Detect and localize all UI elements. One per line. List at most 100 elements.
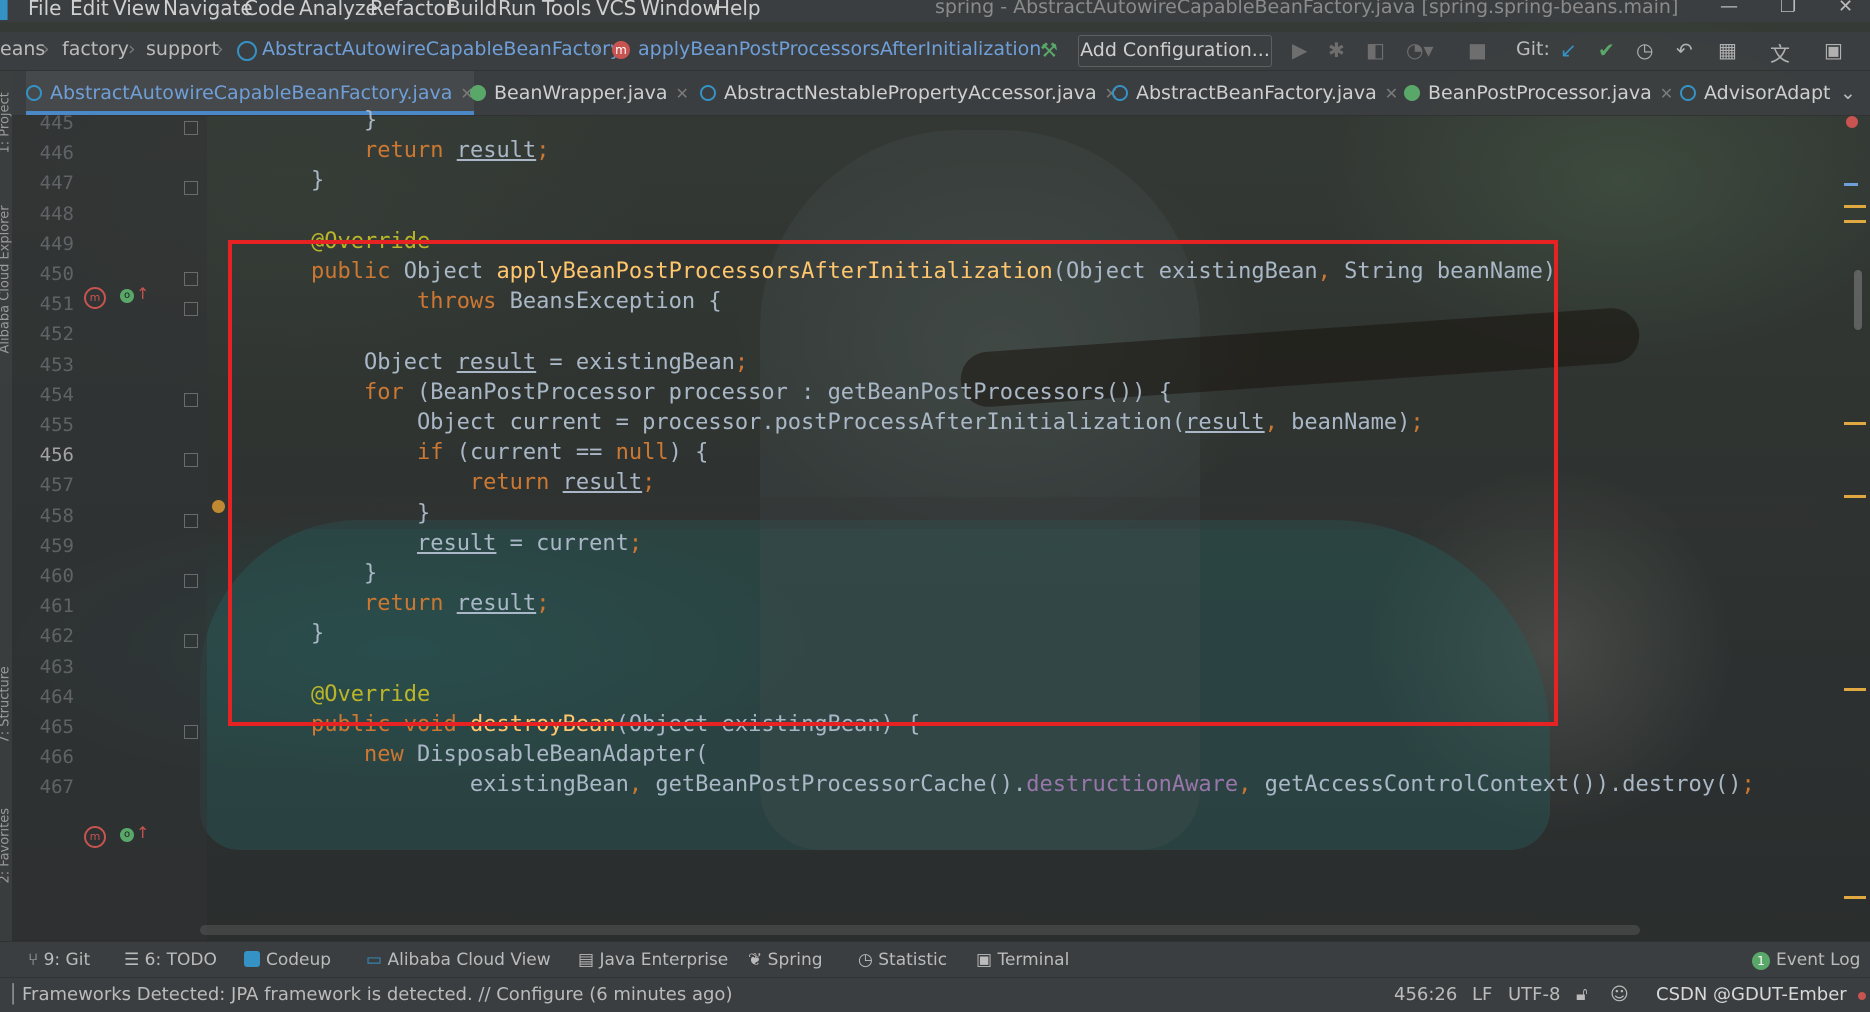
line-number[interactable]: 457 bbox=[14, 474, 74, 496]
stripe-mark[interactable] bbox=[1844, 896, 1866, 899]
fold-marker-icon[interactable] bbox=[184, 574, 198, 588]
menu-navigate[interactable]: Navigate bbox=[163, 0, 253, 20]
menu-file[interactable]: File bbox=[28, 0, 61, 20]
java-enterprise-tool-button[interactable]: ▤ Java Enterprise bbox=[578, 950, 728, 970]
breadcrumb-class[interactable]: AbstractAutowireCapableBeanFactory bbox=[262, 38, 621, 60]
fold-marker-icon[interactable] bbox=[184, 181, 198, 196]
breadcrumb-support[interactable]: support bbox=[146, 38, 219, 60]
line-number[interactable]: 451 bbox=[14, 293, 74, 315]
menu-analyze[interactable]: Analyze bbox=[299, 0, 378, 20]
project-structure-icon[interactable]: ▦ bbox=[1718, 38, 1737, 62]
add-configuration-button[interactable]: Add Configuration... bbox=[1078, 35, 1272, 67]
menu-run[interactable]: Run bbox=[498, 0, 536, 20]
code-line[interactable]: existingBean, getBeanPostProcessorCache(… bbox=[258, 770, 1755, 800]
tab-abstract-autowire-capable-bean-factory[interactable]: AbstractAutowireCapableBeanFactory.java ✕ bbox=[26, 71, 474, 115]
git-tool-button[interactable]: ⑂ 9: Git bbox=[28, 950, 90, 970]
line-number[interactable]: 462 bbox=[14, 625, 74, 647]
caret-position[interactable]: 456:26 bbox=[1394, 984, 1457, 1005]
line-number[interactable]: 463 bbox=[14, 656, 74, 678]
override-method-icon[interactable]: m bbox=[84, 826, 106, 848]
project-tool-button[interactable]: 1: Project bbox=[0, 84, 13, 153]
tab-abstract-bean-factory[interactable]: AbstractBeanFactory.java ✕ bbox=[1112, 71, 1398, 115]
stripe-mark[interactable] bbox=[1844, 688, 1866, 691]
git-update-icon[interactable]: ↙ bbox=[1560, 38, 1577, 62]
restore-icon[interactable]: ❐ bbox=[1780, 0, 1796, 17]
stripe-mark[interactable] bbox=[1844, 183, 1858, 186]
tabs-overflow-chevron-icon[interactable]: ⌄ bbox=[1840, 71, 1856, 115]
layout-icon[interactable]: ▣ bbox=[1824, 38, 1843, 62]
tab-advisor-adapter[interactable]: AdvisorAdapt bbox=[1680, 71, 1830, 115]
event-log-button[interactable]: 1 Event Log bbox=[1752, 950, 1860, 970]
debug-icon[interactable]: ✱ bbox=[1328, 38, 1345, 62]
line-number[interactable]: 448 bbox=[14, 203, 74, 225]
line-number[interactable]: 450 bbox=[14, 263, 74, 285]
git-history-icon[interactable]: ◷ bbox=[1636, 38, 1653, 62]
line-number[interactable]: 452 bbox=[14, 323, 74, 345]
fold-marker-icon[interactable] bbox=[184, 121, 198, 135]
menu-vcs[interactable]: VCS bbox=[596, 0, 636, 20]
fold-marker-icon[interactable] bbox=[184, 634, 198, 649]
breadcrumb-beans[interactable]: eans bbox=[0, 38, 45, 60]
code-line[interactable]: return result; bbox=[258, 136, 549, 166]
line-number[interactable]: 461 bbox=[14, 595, 74, 617]
horizontal-scrollbar[interactable] bbox=[200, 925, 1640, 935]
menu-tools[interactable]: Tools bbox=[542, 0, 591, 20]
line-number[interactable]: 446 bbox=[14, 142, 74, 164]
menu-window[interactable]: Window bbox=[640, 0, 719, 20]
coverage-icon[interactable]: ◧ bbox=[1366, 38, 1385, 62]
line-number[interactable]: 453 bbox=[14, 354, 74, 376]
line-number[interactable]: 455 bbox=[14, 414, 74, 436]
todo-tool-button[interactable]: ☰ 6: TODO bbox=[124, 950, 217, 970]
error-indicator-icon[interactable] bbox=[1846, 116, 1858, 128]
fold-marker-icon[interactable] bbox=[184, 513, 198, 528]
breadcrumb-method[interactable]: applyBeanPostProcessorsAfterInitializati… bbox=[638, 38, 1041, 60]
fold-marker-icon[interactable] bbox=[184, 453, 198, 468]
fold-marker-icon[interactable] bbox=[184, 392, 198, 407]
menu-help[interactable]: Help bbox=[715, 0, 761, 20]
inspector-icon[interactable]: ☺ bbox=[1610, 984, 1629, 1005]
line-number[interactable]: 454 bbox=[14, 384, 74, 406]
tab-bean-wrapper[interactable]: BeanWrapper.java ✕ bbox=[470, 71, 689, 115]
profile-icon[interactable]: ◔▾ bbox=[1406, 38, 1434, 62]
line-number[interactable]: 449 bbox=[14, 233, 74, 255]
code-line[interactable]: new DisposableBeanAdapter( bbox=[258, 740, 708, 770]
line-number[interactable]: 465 bbox=[14, 716, 74, 738]
terminal-tool-button[interactable]: ▣ Terminal bbox=[976, 950, 1069, 970]
stripe-mark[interactable] bbox=[1844, 422, 1866, 425]
line-number[interactable]: 445 bbox=[14, 112, 74, 134]
build-hammer-icon[interactable]: ⚒ bbox=[1040, 38, 1058, 62]
go-to-super-arrow-icon[interactable]: ↑ bbox=[136, 823, 149, 842]
close-icon[interactable]: ✕ bbox=[1838, 0, 1853, 17]
vertical-scrollbar-thumb[interactable] bbox=[1854, 270, 1862, 330]
line-number[interactable]: 467 bbox=[14, 776, 74, 798]
line-number[interactable]: 466 bbox=[14, 746, 74, 768]
stripe-mark[interactable] bbox=[1844, 495, 1866, 498]
menu-code[interactable]: Code bbox=[244, 0, 295, 20]
fold-marker-icon[interactable] bbox=[184, 302, 198, 317]
alibaba-cloud-view-tool-button[interactable]: ▭ Alibaba Cloud View bbox=[366, 950, 551, 970]
favorites-tool-button[interactable]: 2: Favorites bbox=[0, 808, 13, 884]
translate-icon[interactable]: 文 bbox=[1770, 38, 1790, 67]
menu-edit[interactable]: Edit bbox=[70, 0, 109, 20]
fold-marker-icon[interactable] bbox=[184, 725, 198, 739]
line-number[interactable]: 464 bbox=[14, 686, 74, 708]
stripe-mark[interactable] bbox=[1844, 205, 1866, 208]
line-number[interactable]: 456 bbox=[14, 444, 74, 466]
spring-tool-button[interactable]: ❦ Spring bbox=[748, 950, 823, 970]
fold-marker-icon[interactable] bbox=[184, 272, 198, 286]
override-method-icon[interactable]: m bbox=[84, 287, 106, 309]
status-message[interactable]: Frameworks Detected: JPA framework is de… bbox=[22, 984, 732, 1005]
tab-bean-post-processor[interactable]: BeanPostProcessor.java ✕ bbox=[1404, 71, 1673, 115]
breadcrumb-factory[interactable]: factory bbox=[62, 38, 129, 60]
line-number[interactable]: 460 bbox=[14, 565, 74, 587]
stop-icon[interactable]: ■ bbox=[1468, 38, 1487, 62]
menu-view[interactable]: View bbox=[113, 0, 160, 20]
stripe-mark[interactable] bbox=[1844, 220, 1866, 223]
line-separator[interactable]: LF bbox=[1472, 984, 1492, 1005]
menu-refactor[interactable]: Refactor bbox=[370, 0, 454, 20]
lock-icon[interactable]: 🔓︎ bbox=[1576, 984, 1588, 1005]
structure-tool-button[interactable]: 7: Structure bbox=[0, 666, 13, 743]
line-number[interactable]: 459 bbox=[14, 535, 74, 557]
codeup-tool-button[interactable]: Codeup bbox=[244, 950, 331, 970]
implemented-icon[interactable]: o bbox=[120, 828, 134, 842]
